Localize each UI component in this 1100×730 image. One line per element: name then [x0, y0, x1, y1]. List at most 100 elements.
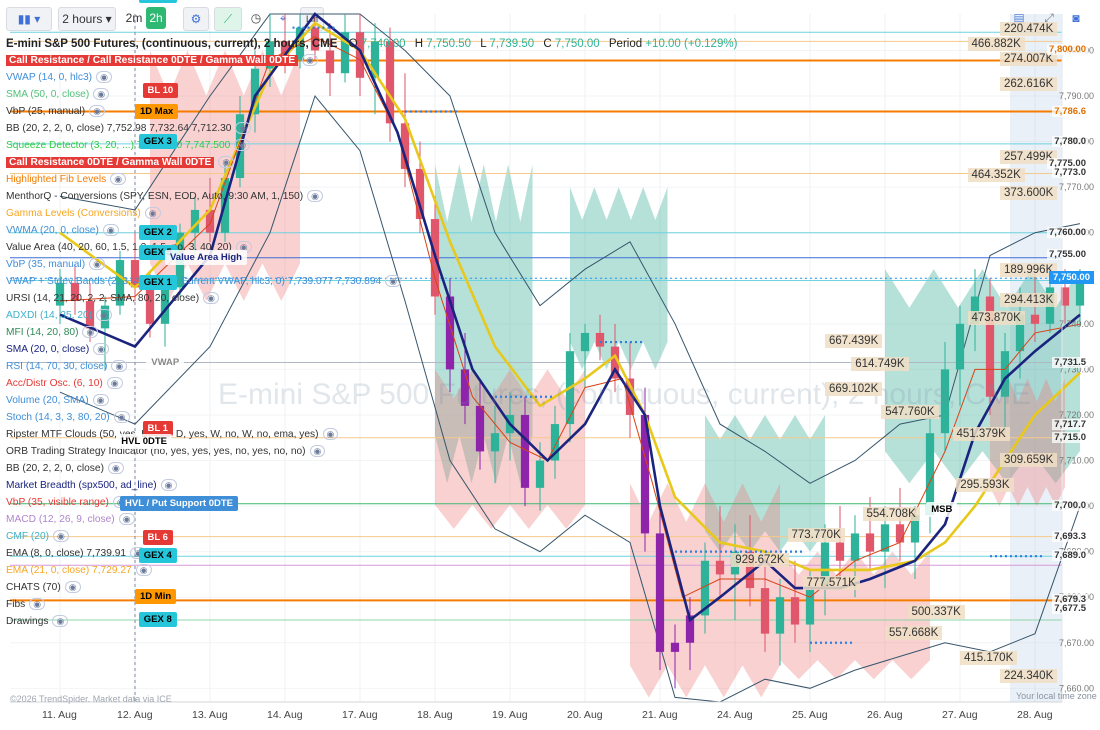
indicator-row[interactable]: Call Resistance 0DTE / Gamma Wall 0DTE ◉: [6, 154, 336, 171]
eye-icon[interactable]: ◉: [118, 513, 135, 525]
indicator-label: MACD (12, 26, 9, close): [6, 514, 115, 525]
indicator-row[interactable]: Gamma Levels (Conversions) ◉: [6, 205, 336, 222]
indicator-label: SMA (20, 0, close): [6, 344, 90, 355]
indicator-row[interactable]: Acc/Distr Osc. (6, 10) ◉: [6, 375, 336, 392]
chart-title: E-mini S&P 500 Futures, (continuous, cur…: [6, 38, 338, 50]
x-tick-label: 20. Aug: [567, 709, 603, 721]
eye-icon[interactable]: ◉: [203, 292, 219, 304]
eye-icon[interactable]: ◉: [93, 88, 110, 100]
current-price-badge: 7,750.00: [1049, 271, 1094, 285]
candle-body: [835, 542, 845, 561]
indicator-row[interactable]: BB (20, 2, 2, 0, close) ◉: [6, 460, 336, 477]
open-label: O: [348, 38, 358, 50]
eye-icon[interactable]: ◉: [92, 394, 109, 406]
indicator-row[interactable]: EMA (21, 0, close) 7,729.27 ◉: [6, 562, 336, 579]
eye-icon[interactable]: ◉: [113, 411, 130, 423]
indicator-row[interactable]: URSI (14, 21, 20, 2, 2, SMA, 80, 20, clo…: [6, 290, 336, 307]
indicator-row[interactable]: MenthorQ - Conversions (SPY, ESN, EOD, A…: [6, 188, 336, 205]
eye-icon[interactable]: ◉: [307, 190, 323, 202]
eye-icon[interactable]: ◉: [82, 326, 99, 338]
price-level-label: 7,689.0: [1052, 550, 1088, 562]
price-level-label: 7,760.00: [1047, 226, 1088, 238]
level-tag: MSB: [926, 501, 958, 517]
eye-icon[interactable]: ◉: [52, 615, 69, 627]
x-tick-label: 21. Aug: [642, 709, 678, 721]
candle-body: [760, 588, 770, 634]
eye-icon[interactable]: ◉: [64, 581, 81, 593]
low-value: 7,739.50: [489, 38, 535, 50]
eye-icon[interactable]: ◉: [111, 360, 128, 372]
indicator-row[interactable]: MACD (12, 26, 9, close) ◉: [6, 511, 336, 528]
eye-icon[interactable]: ◉: [106, 377, 123, 389]
x-tick-label: 19. Aug: [492, 709, 528, 721]
indicator-row[interactable]: Call Resistance / Call Resistance 0DTE /…: [6, 52, 336, 69]
level-tag: GEX 2: [138, 224, 177, 240]
indicator-row[interactable]: Market Breadth (spx500, ad_line) ◉: [6, 477, 336, 494]
eye-icon[interactable]: ◉: [160, 479, 177, 491]
x-tick-label: 14. Aug: [267, 709, 303, 721]
eye-icon[interactable]: ◉: [110, 173, 127, 185]
indicator-row[interactable]: Highlighted Fib Levels ◉: [6, 171, 336, 188]
eye-icon[interactable]: ◉: [235, 122, 252, 134]
volume-profile-label: 669.102K: [825, 381, 883, 396]
data-credit: ©2026 TrendSpider. Market data via ICE: [10, 694, 172, 704]
level-tag: 1D Min: [135, 589, 177, 605]
volume-profile-label: 294.413K: [1000, 293, 1058, 308]
eye-icon[interactable]: ◉: [107, 462, 124, 474]
eye-icon[interactable]: ◉: [53, 530, 69, 542]
eye-icon[interactable]: ◉: [96, 71, 112, 83]
price-level-label: 7,693.3: [1052, 530, 1088, 542]
x-tick-label: 28. Aug: [1017, 709, 1053, 721]
price-level-label: 7,700.0: [1052, 500, 1088, 512]
volume-profile-label: 614.749K: [851, 356, 909, 371]
eye-icon[interactable]: ◉: [234, 139, 251, 151]
period-label: Period: [608, 38, 643, 50]
level-tag: BL 6: [142, 529, 173, 545]
eye-icon[interactable]: ◉: [385, 275, 402, 287]
indicator-row[interactable]: Volume (20, SMA) ◉: [6, 392, 336, 409]
indicator-label: Squeeze Detector (3, 20, ...) 7,796.000 …: [6, 140, 231, 151]
eye-icon[interactable]: ◉: [29, 598, 46, 610]
eye-icon[interactable]: ◉: [322, 428, 339, 440]
volume-profile-label: 547.760K: [881, 404, 939, 419]
x-tick-label: 26. Aug: [867, 709, 903, 721]
indicator-label: Drawings: [6, 616, 49, 627]
level-tag: 1D Max: [135, 103, 179, 119]
eye-icon[interactable]: ◉: [96, 309, 112, 321]
candle-body: [955, 323, 965, 370]
eye-icon[interactable]: ◉: [302, 54, 318, 66]
close-value: 7,750.00: [554, 38, 600, 50]
indicator-label: Highlighted Fib Levels: [6, 174, 107, 185]
level-tag: GEX 4: [138, 548, 177, 564]
volume-profile-label: 777.571K: [802, 575, 860, 590]
x-tick-label: 13. Aug: [192, 709, 228, 721]
volume-profile-label: 309.659K: [1000, 452, 1058, 467]
indicator-label: Market Breadth (spx500, ad_line): [6, 480, 157, 491]
indicator-row[interactable]: ADXDI (14, 35, 20) ◉: [6, 307, 336, 324]
eye-icon[interactable]: ◉: [93, 343, 110, 355]
price-level-label: 7,677.5: [1052, 602, 1088, 614]
eye-icon[interactable]: ◉: [218, 156, 235, 168]
x-tick-label: 11. Aug: [42, 709, 77, 721]
indicator-label: VWAP + Stdev Bands (2, 3, 4, 1D, 90, Cur…: [6, 276, 382, 287]
volume-profile-label: 373.600K: [1000, 185, 1058, 200]
indicator-row[interactable]: MFI (14, 20, 80) ◉: [6, 324, 336, 341]
eye-icon[interactable]: ◉: [89, 258, 105, 270]
eye-icon[interactable]: ◉: [102, 224, 119, 236]
y-tick-label: 7,740.00: [1059, 319, 1094, 329]
volume-profile-label: 466.882K: [967, 36, 1025, 51]
eye-icon[interactable]: ◉: [89, 105, 105, 117]
level-tag: GEX 1: [138, 274, 177, 290]
level-tag: HVL / Put Support 0DTE: [120, 495, 239, 511]
level-tag: GEX 3: [138, 133, 177, 149]
eye-icon[interactable]: ◉: [135, 564, 152, 576]
indicator-label: BB (20, 2, 2, 0, close): [6, 463, 104, 474]
indicator-label: VbP (35, visible range): [6, 497, 109, 508]
price-level-label: 7,717.7: [1052, 419, 1088, 431]
candle-body: [475, 405, 485, 452]
candle-body: [595, 332, 605, 347]
volume-profile-label: 554.708K: [862, 507, 920, 522]
candle-body: [580, 332, 590, 352]
eye-icon[interactable]: ◉: [144, 207, 161, 219]
eye-icon[interactable]: ◉: [309, 445, 326, 457]
